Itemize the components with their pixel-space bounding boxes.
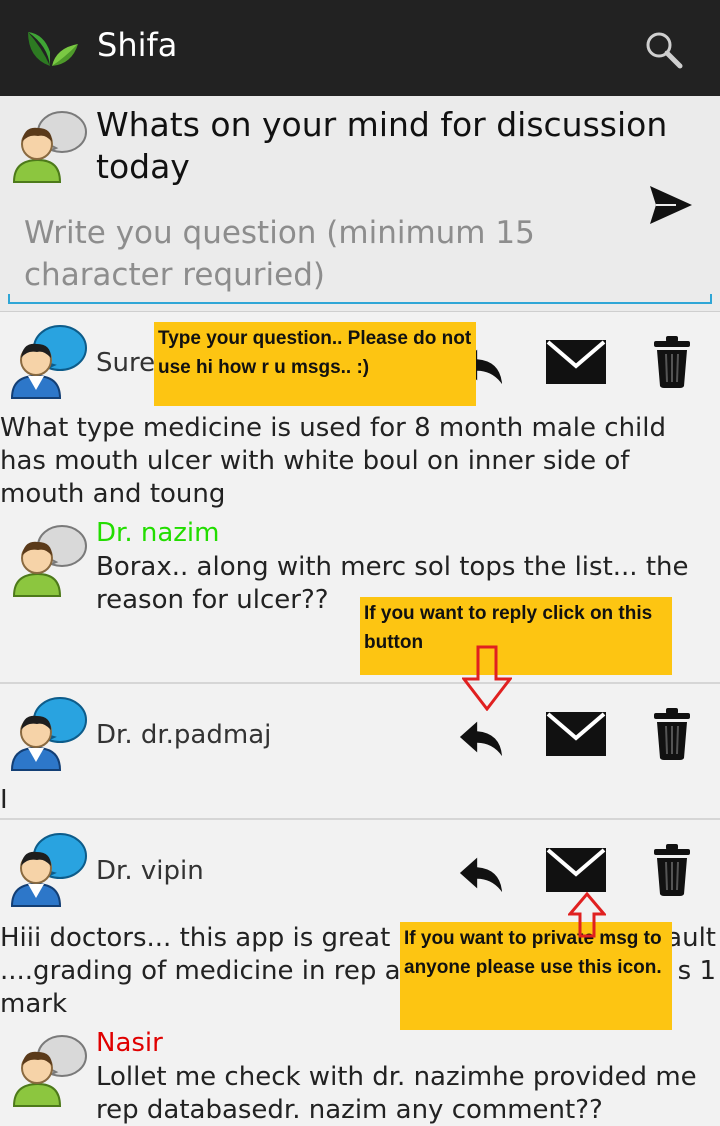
user-avatar-icon <box>8 104 88 184</box>
arrow-up-icon <box>568 892 606 938</box>
reply-icon[interactable] <box>458 714 504 760</box>
post-body-line: ....grading of medicine in rep are <box>0 956 427 986</box>
reply-icon[interactable] <box>458 850 504 896</box>
user-avatar-icon <box>8 828 88 908</box>
leaf-icon <box>28 32 78 66</box>
app-title: Shifa <box>97 26 178 64</box>
callout-private-tip: If you want to private msg to anyone ple… <box>400 922 672 1030</box>
post-body: I <box>0 785 8 815</box>
question-input[interactable]: Write you question (minimum 15 character… <box>8 200 712 304</box>
post-body-line-end: s 1 <box>677 956 716 986</box>
post-body-line: mark <box>0 989 68 1019</box>
question-placeholder: Write you question (minimum 15 character… <box>24 215 535 293</box>
post-item: Dr. dr.padmaj I <box>0 686 720 820</box>
post-author: Dr. vipin <box>96 856 204 886</box>
composer-heading: Whats on your mind for discussion today <box>96 105 668 186</box>
reply-item: Nasir Lollet me check with dr. nazimhe p… <box>0 1028 720 1126</box>
envelope-icon[interactable] <box>546 712 606 756</box>
trash-icon[interactable] <box>652 844 692 896</box>
trash-icon[interactable] <box>652 708 692 760</box>
question-composer: Whats on your mind for discussion today … <box>0 96 720 312</box>
search-icon[interactable] <box>644 30 684 70</box>
reply-text: Lollet me check with dr. nazimhe provide… <box>96 1062 697 1125</box>
post-author: Dr. dr.padmaj <box>96 720 272 750</box>
post-body-line: Hiii doctors... this app is great bi <box>0 923 423 953</box>
post-author: Sure <box>96 348 156 378</box>
trash-icon[interactable] <box>652 336 692 388</box>
post-body: What type medicine is used for 8 month m… <box>0 413 666 509</box>
reply-author: Nasir <box>96 1028 163 1058</box>
reply-author: Dr. nazim <box>96 518 220 548</box>
callout-question-tip: Type your question.. Please do not use h… <box>154 322 476 406</box>
user-avatar-icon <box>8 518 88 598</box>
callout-reply-tip: If you want to reply click on this butto… <box>360 597 672 675</box>
action-bar: Shifa <box>0 0 720 96</box>
user-avatar-icon <box>8 1028 88 1108</box>
envelope-icon[interactable] <box>546 848 606 892</box>
user-avatar-icon <box>8 320 88 400</box>
arrow-down-icon <box>462 645 512 711</box>
post-body-line-end: ault <box>666 923 716 953</box>
envelope-icon[interactable] <box>546 340 606 384</box>
user-avatar-icon <box>8 692 88 772</box>
